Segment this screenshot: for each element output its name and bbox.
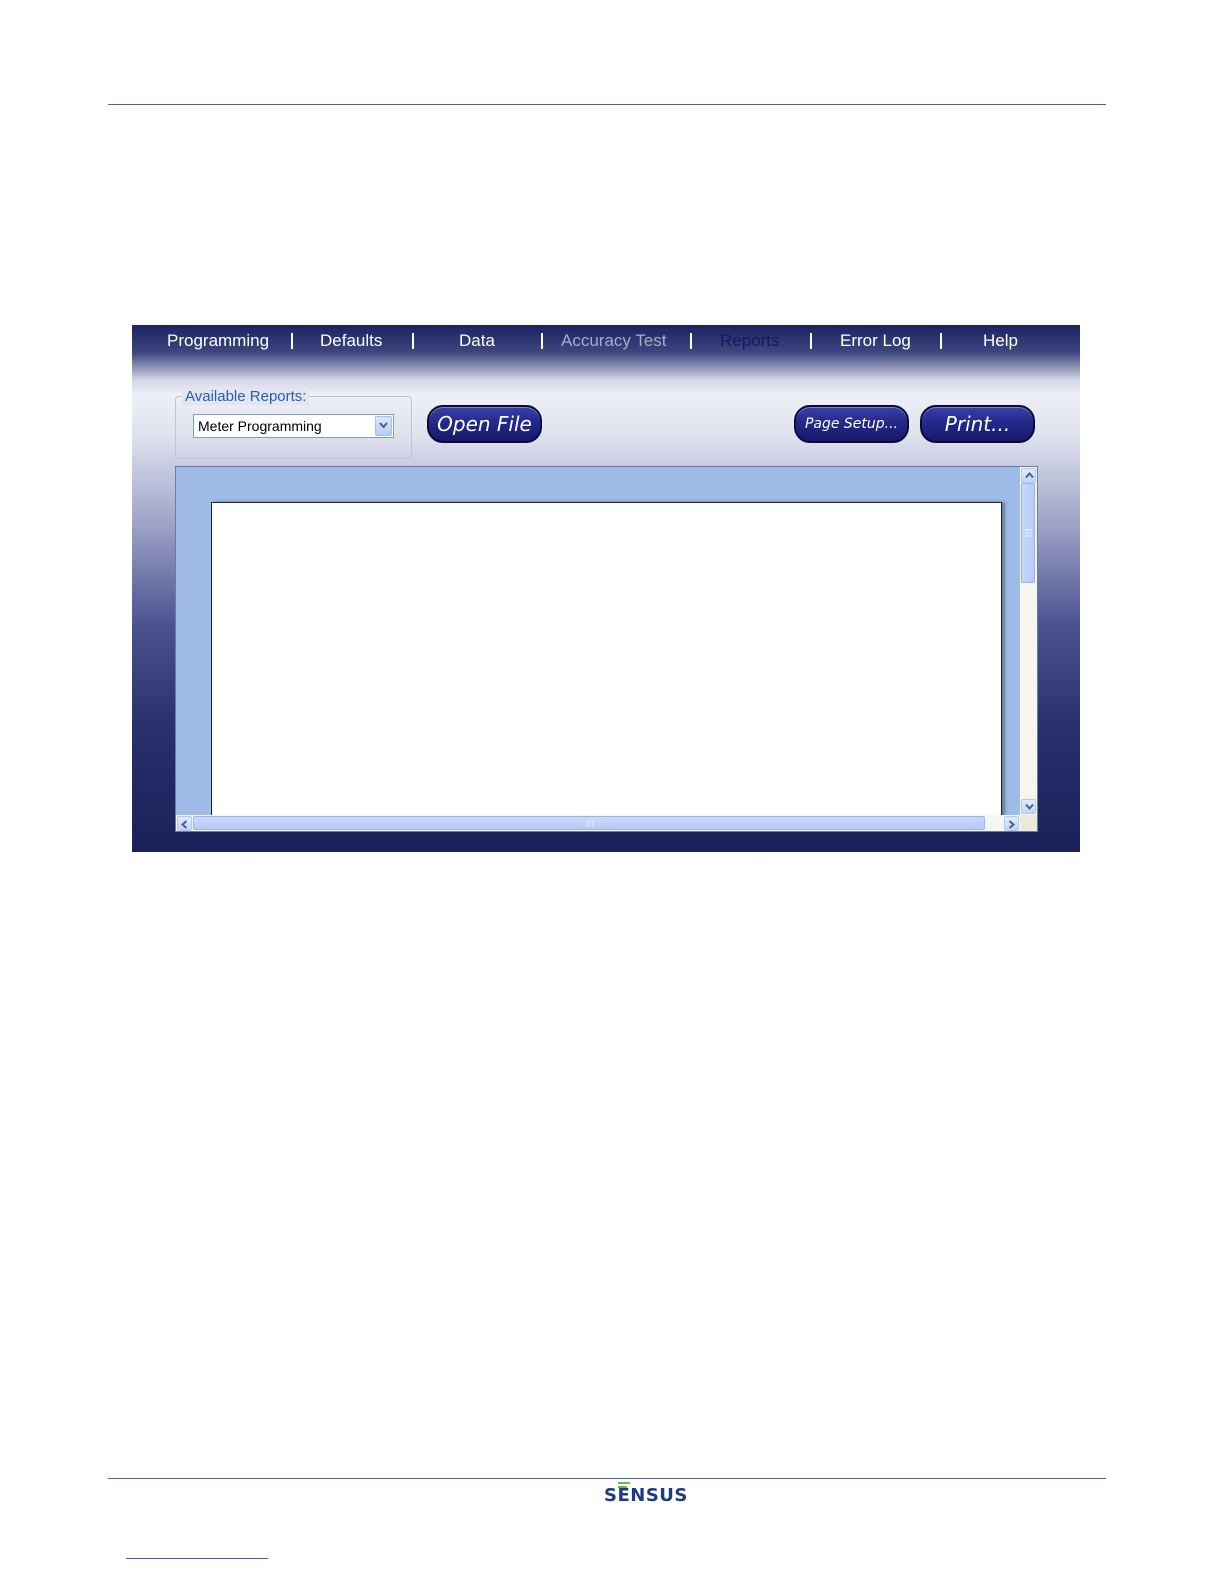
- menu-separator: [412, 333, 414, 349]
- header-rule: [108, 104, 1106, 105]
- menu-item-accuracy-test: Accuracy Test: [561, 331, 667, 350]
- menu-separator: [541, 333, 543, 349]
- print-button[interactable]: Print...: [920, 405, 1035, 443]
- menu-separator: [291, 333, 293, 349]
- chevron-down-icon[interactable]: [375, 416, 392, 436]
- arrow-down-icon[interactable]: [1021, 799, 1036, 814]
- horizontal-scroll-thumb[interactable]: [193, 816, 985, 830]
- menu-bar: Programming Defaults Data Accuracy Test …: [132, 325, 1080, 359]
- arrow-left-icon[interactable]: [177, 816, 192, 831]
- open-file-button[interactable]: Open File: [427, 405, 542, 443]
- horizontal-scrollbar[interactable]: [176, 815, 1020, 831]
- vertical-scroll-thumb[interactable]: [1021, 483, 1035, 583]
- vertical-scrollbar[interactable]: [1020, 467, 1037, 815]
- menu-separator: [940, 333, 942, 349]
- menu-item-programming[interactable]: Programming: [167, 331, 269, 351]
- scrollbar-corner: [1020, 815, 1037, 831]
- report-page: [211, 502, 1002, 822]
- sensus-logo: SENSUS: [604, 1480, 687, 1506]
- footer-rule: [108, 1478, 1106, 1479]
- menu-item-help[interactable]: Help: [983, 331, 1018, 351]
- report-select[interactable]: Meter Programming: [193, 414, 394, 438]
- available-reports-group: Available Reports: Meter Programming: [175, 388, 412, 459]
- available-reports-label: Available Reports:: [182, 388, 310, 405]
- report-select-value: Meter Programming: [198, 418, 322, 434]
- logo-wordmark: SENSUS: [604, 1485, 688, 1506]
- arrow-right-icon[interactable]: [1004, 816, 1019, 831]
- menu-item-error-log[interactable]: Error Log: [840, 331, 911, 351]
- menu-item-defaults[interactable]: Defaults: [320, 331, 382, 351]
- footnote-rule: [126, 1558, 268, 1559]
- menu-item-data[interactable]: Data: [459, 331, 495, 351]
- menu-separator: [810, 333, 812, 349]
- arrow-up-icon[interactable]: [1021, 468, 1036, 483]
- app-window: Programming Defaults Data Accuracy Test …: [132, 325, 1080, 852]
- report-preview-pane[interactable]: [175, 466, 1038, 832]
- page-setup-button[interactable]: Page Setup...: [794, 405, 909, 443]
- menu-separator: [690, 333, 692, 349]
- menu-item-reports[interactable]: Reports: [720, 331, 780, 351]
